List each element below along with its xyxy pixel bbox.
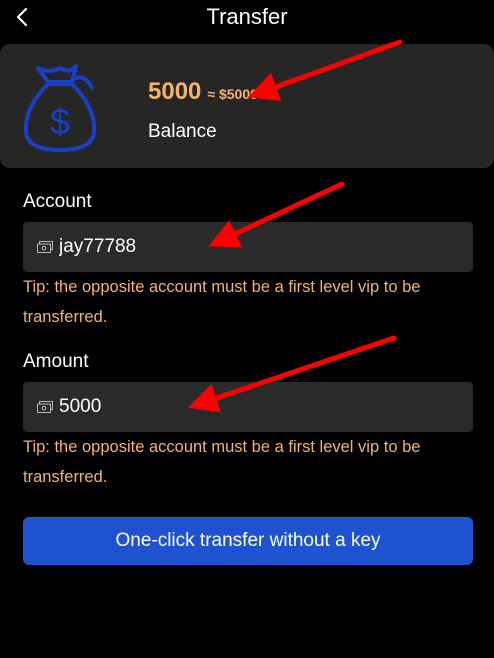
account-input[interactable] xyxy=(59,236,439,258)
account-label: Account xyxy=(23,191,92,212)
amount-input[interactable] xyxy=(59,396,439,418)
account-field[interactable] xyxy=(23,222,473,272)
balance-label: Balance xyxy=(148,121,217,142)
balance-approx: ≈ $5000 xyxy=(207,86,258,102)
page-title: Transfer xyxy=(206,4,288,29)
amount-tip: Tip: the opposite account must be a firs… xyxy=(23,438,421,486)
header: Transfer xyxy=(0,0,494,36)
svg-text:$: $ xyxy=(50,101,70,142)
money-bag-icon: $ xyxy=(23,64,97,152)
balance-amount-row: 5000 ≈ $5000 xyxy=(148,78,258,108)
amount-field[interactable] xyxy=(23,382,473,432)
ticket-icon xyxy=(37,400,53,414)
balance-amount: 5000 xyxy=(148,78,202,105)
ticket-icon xyxy=(37,240,53,254)
balance-card: $ 5000 ≈ $5000 xyxy=(0,44,494,168)
transfer-button[interactable]: One-click transfer without a key xyxy=(23,517,473,565)
account-tip: Tip: the opposite account must be a firs… xyxy=(23,278,421,326)
amount-label: Amount xyxy=(23,351,89,372)
